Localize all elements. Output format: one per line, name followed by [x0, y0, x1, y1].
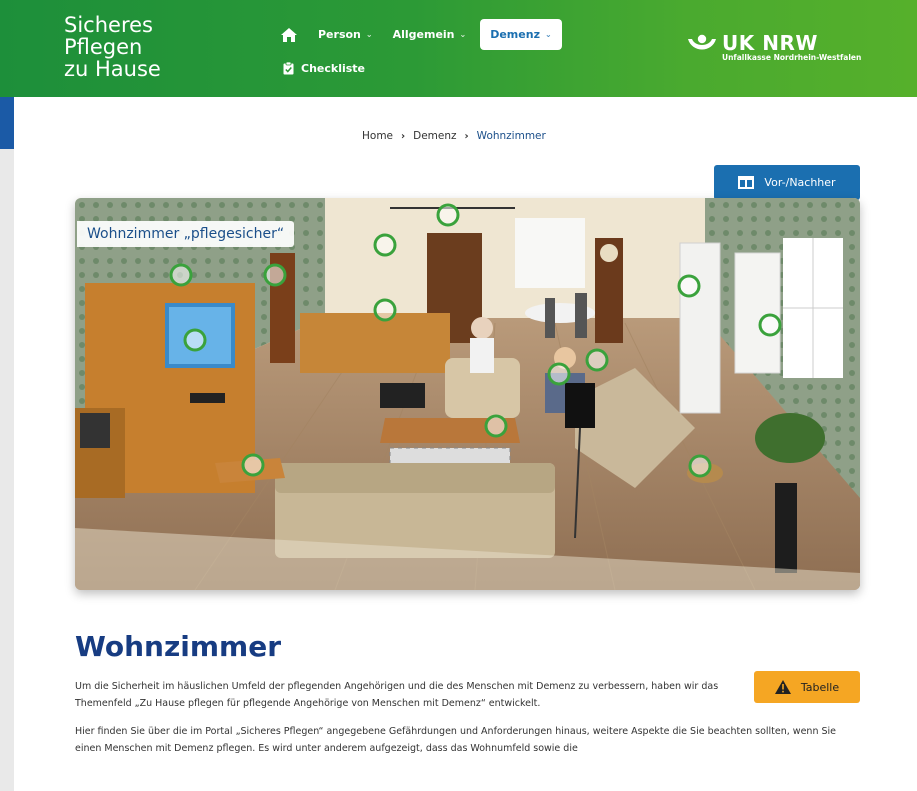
- site-title-line: zu Hause: [64, 57, 161, 81]
- breadcrumb: Home › Demenz › Wohnzimmer: [362, 130, 546, 142]
- uk-nrw-logo[interactable]: UK NRW Unfallkasse Nordrhein-Westfalen: [686, 31, 861, 62]
- main-nav: Person ⌄ Allgemein ⌄ Demenz ⌄: [280, 19, 582, 50]
- chevron-down-icon: ⌄: [365, 30, 373, 39]
- home-icon[interactable]: [280, 27, 298, 43]
- breadcrumb-separator-icon: ›: [464, 130, 469, 142]
- uk-logo-icon: [688, 34, 716, 50]
- site-header: Sicheres Pflegen zu Hause Person ⌄ Allge…: [0, 0, 917, 97]
- left-gutter: [0, 149, 14, 791]
- nav-item-label: Person: [318, 28, 361, 41]
- living-room-illustration: [75, 198, 860, 590]
- nav-item-label: Demenz: [490, 28, 540, 41]
- clipboard-check-icon: [283, 62, 294, 75]
- intro-paragraph: Um die Sicherheit im häuslichen Umfeld d…: [75, 681, 719, 709]
- site-title[interactable]: Sicheres Pflegen zu Hause: [64, 14, 161, 80]
- before-after-label: Vor-/Nachher: [764, 176, 836, 189]
- brand-subtitle: Unfallkasse Nordrhein-Westfalen: [722, 53, 862, 62]
- nav-item-allgemein[interactable]: Allgemein ⌄: [393, 28, 467, 41]
- nav-item-demenz[interactable]: Demenz ⌄: [480, 19, 562, 50]
- before-after-button[interactable]: Vor-/Nachher: [714, 165, 860, 200]
- left-accent-bar: [0, 97, 14, 149]
- breadcrumb-separator-icon: ›: [401, 130, 406, 142]
- nav-item-person[interactable]: Person ⌄: [318, 28, 373, 41]
- breadcrumb-demenz[interactable]: Demenz: [413, 130, 456, 142]
- page-title: Wohnzimmer: [75, 630, 282, 663]
- table-button-label: Tabelle: [800, 680, 840, 694]
- split-view-icon: [738, 176, 755, 189]
- detail-paragraph: Hier finden Sie über die im Portal „Sich…: [75, 726, 836, 754]
- warning-icon: [774, 680, 791, 694]
- checklist-label: Checkliste: [301, 62, 366, 75]
- chevron-down-icon: ⌄: [544, 30, 552, 39]
- table-button[interactable]: Tabelle: [754, 671, 860, 703]
- chevron-down-icon: ⌄: [459, 30, 467, 39]
- site-title-line: Sicheres: [64, 13, 153, 37]
- brand-name: UK NRW: [722, 31, 818, 55]
- nav-item-label: Allgemein: [392, 28, 455, 41]
- living-room-scene[interactable]: [75, 198, 860, 590]
- breadcrumb-current: Wohnzimmer: [476, 130, 546, 142]
- site-title-line: Pflegen: [64, 35, 143, 59]
- scene-label: Wohnzimmer „pflegesicher“: [77, 221, 295, 247]
- nav-item-checkliste[interactable]: Checkliste: [283, 62, 365, 75]
- breadcrumb-home[interactable]: Home: [362, 130, 393, 142]
